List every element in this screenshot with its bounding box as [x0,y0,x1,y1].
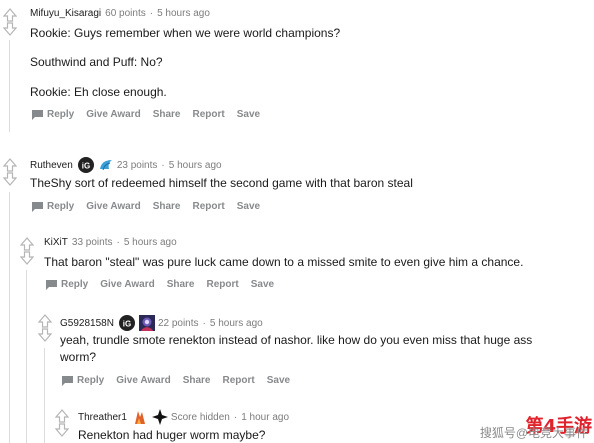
timestamp[interactable]: 5 hours ago [124,237,177,248]
save-button[interactable]: Save [267,375,290,386]
separator: · [233,411,238,423]
comment-line: worm? [60,350,97,364]
reply-button[interactable]: Reply [32,201,74,212]
share-button[interactable]: Share [167,279,195,290]
svg-text:iG: iG [123,320,131,329]
chat-bubble-icon [46,279,57,290]
separator: · [149,8,154,19]
report-button[interactable]: Report [193,201,225,212]
comment-meta: Threather1 Score hidden · 1 hour ago [78,408,289,426]
downvote-icon[interactable] [3,22,17,36]
comment-line: Renekton had huger worm maybe? [78,428,266,442]
share-button[interactable]: Share [153,109,181,120]
vote-column [38,314,52,342]
upvote-icon[interactable] [3,8,17,22]
share-button[interactable]: Share [153,201,181,212]
vote-column [55,409,69,437]
separator: · [116,237,120,248]
team-flair-icon [97,156,115,174]
separator: · [161,159,165,171]
upvote-icon[interactable] [20,237,34,251]
thread-line[interactable] [9,192,10,443]
downvote-icon[interactable] [3,172,17,186]
separator: · [202,317,206,329]
avatar-flair-icon [138,314,156,332]
downvote-icon[interactable] [55,423,69,437]
report-button[interactable]: Report [207,279,239,290]
comment-line: yeah, trundle smote renekton instead of … [60,333,533,347]
reply-button[interactable]: Reply [46,279,88,290]
username[interactable]: KiXiT [44,237,68,248]
points: 60 points [105,8,146,19]
reply-label: Reply [47,201,75,212]
reply-label: Reply [47,109,75,120]
team-flair-icon: iG [77,156,95,174]
points: 23 points [116,159,158,171]
username[interactable]: Rutheven [30,160,73,171]
comment-meta: KiXiT 33 points · 5 hours ago [44,237,177,248]
action-bar: Reply Give Award Share Report Save [32,201,272,212]
comment-line: Rookie: Eh close enough. [30,85,167,99]
comment-meta: Mifuyu_Kisaragi 60 points · 5 hours ago [30,8,210,19]
save-button[interactable]: Save [251,279,274,290]
points: Score hidden [170,411,230,423]
save-button[interactable]: Save [237,109,260,120]
vote-column [3,158,17,186]
team-flair-icon [151,408,169,426]
give-award-button[interactable]: Give Award [100,279,154,290]
reply-button[interactable]: Reply [62,375,104,386]
username[interactable]: Mifuyu_Kisaragi [30,8,101,19]
report-button[interactable]: Report [193,109,225,120]
action-bar: Reply Give Award Share Report Save [46,279,286,290]
chat-bubble-icon [32,201,43,212]
share-button[interactable]: Share [183,375,211,386]
action-bar: Reply Give Award Share Report Save [32,109,272,120]
timestamp[interactable]: 5 hours ago [169,160,222,171]
chat-bubble-icon [32,109,43,120]
report-button[interactable]: Report [223,375,255,386]
upvote-icon[interactable] [55,409,69,423]
upvote-icon[interactable] [38,314,52,328]
comment-line: TheShy sort of redeemed himself the seco… [30,176,413,190]
timestamp[interactable]: 5 hours ago [157,8,210,19]
reply-label: Reply [61,279,89,290]
thread-line[interactable] [9,40,10,132]
username[interactable]: G5928158N [60,318,114,329]
points: 22 points [157,317,199,329]
comment-line: That baron "steal" was pure luck came do… [44,255,524,269]
give-award-button[interactable]: Give Award [86,201,140,212]
give-award-button[interactable]: Give Award [116,375,170,386]
comment-line: Southwind and Puff: No? [30,55,163,69]
svg-text:iG: iG [82,162,90,171]
reply-button[interactable]: Reply [32,109,74,120]
comment-line: Rookie: Guys remember when we were world… [30,26,341,40]
comment-meta: Rutheven iG 23 points · 5 hours ago [30,156,222,174]
vote-column [20,237,34,265]
thread-line[interactable] [44,348,45,443]
timestamp[interactable]: 1 hour ago [241,412,289,423]
thread-line[interactable] [26,270,27,443]
reply-label: Reply [77,375,105,386]
vote-column [3,8,17,36]
upvote-icon[interactable] [3,158,17,172]
action-bar: Reply Give Award Share Report Save [62,375,302,386]
downvote-icon[interactable] [20,251,34,265]
save-button[interactable]: Save [237,201,260,212]
give-award-button[interactable]: Give Award [86,109,140,120]
timestamp[interactable]: 5 hours ago [210,318,263,329]
chat-bubble-icon [62,375,73,386]
username[interactable]: Threather1 [78,412,127,423]
watermark-text: 搜狐号@电竞大事件 [479,426,588,440]
downvote-icon[interactable] [38,328,52,342]
comment-meta: G5928158N iG 22 points · 5 hours ago [60,314,263,332]
team-flair-icon [131,408,149,426]
points: 33 points [71,237,113,248]
team-flair-icon: iG [118,314,136,332]
